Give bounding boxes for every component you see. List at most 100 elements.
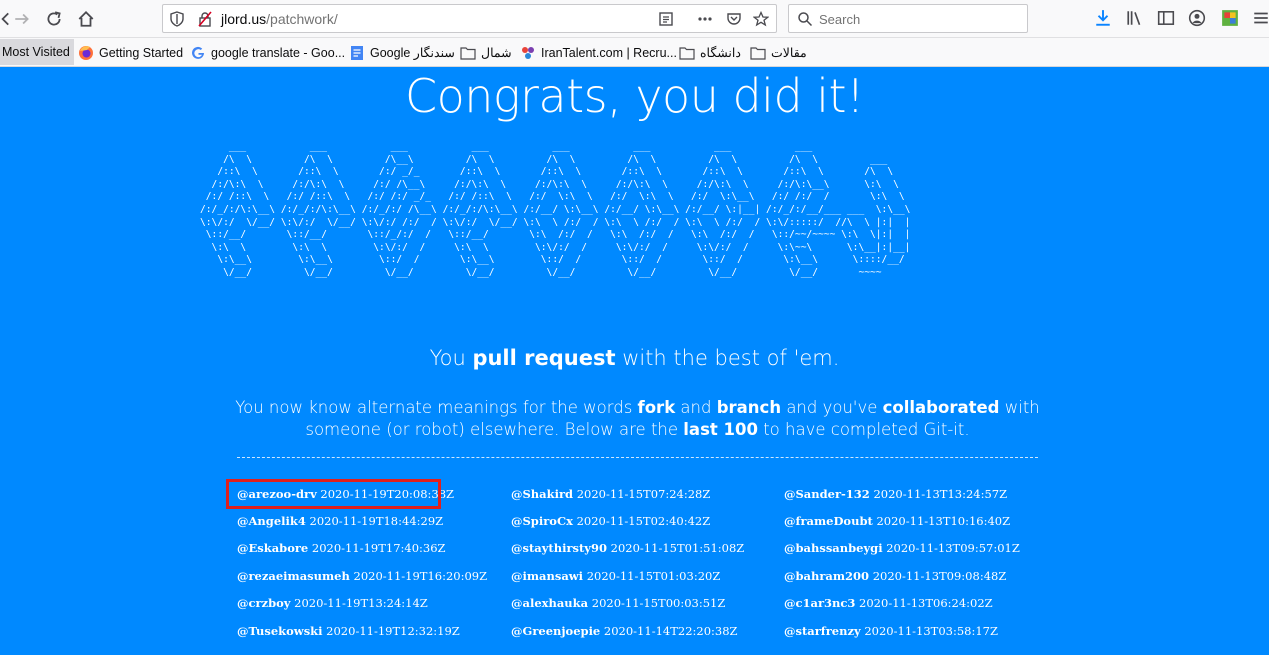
ascii-art-banner: ___ ___ ___ ___ ___ ___ ___ ___ /\ \ /\ …: [200, 141, 911, 278]
completion-timestamp: 2020-11-13T06:24:02Z: [859, 596, 993, 610]
completion-entry: @alexhauka 2020-11-15T00:03:51Z: [511, 596, 725, 610]
bookmark-label: Getting Started: [99, 45, 184, 60]
folder-icon: [750, 45, 766, 61]
github-user-link[interactable]: @alexhauka: [511, 596, 588, 610]
subtitle-text: You: [429, 346, 473, 370]
completion-entry: @Sander-132 2020-11-13T13:24:57Z: [784, 487, 1007, 501]
downloads-icon[interactable]: [1094, 9, 1112, 27]
bookmark-folder-shomal[interactable]: شمال: [460, 38, 512, 67]
github-user-link[interactable]: @Eskabore: [237, 541, 308, 555]
completion-entry: @c1ar3nc3 2020-11-13T06:24:02Z: [784, 596, 993, 610]
highlight-box: [226, 479, 441, 509]
bookmark-irantalent[interactable]: IranTalent.com | Recru...: [520, 38, 677, 67]
bookmark-label: Most Visited: [2, 45, 70, 59]
completion-entry: @SpiroCx 2020-11-15T02:40:42Z: [511, 514, 710, 528]
bookmark-label: مقالات: [771, 46, 807, 60]
body-text: and: [675, 398, 717, 417]
bookmark-most-visited[interactable]: Most Visited: [0, 39, 74, 65]
completion-entry: @bahram200 2020-11-13T09:08:48Z: [784, 569, 1006, 583]
completion-timestamp: 2020-11-19T16:20:09Z: [353, 569, 488, 583]
search-placeholder: Search: [819, 12, 861, 27]
bookmark-label: google translate - Goo...: [211, 45, 346, 60]
github-user-link[interactable]: @bahram200: [784, 569, 869, 583]
github-user-link[interactable]: @Shakird: [511, 487, 573, 501]
completion-entry: @Tusekowski 2020-11-19T12:32:19Z: [237, 624, 460, 638]
reload-icon[interactable]: [42, 7, 66, 31]
bookmark-label: دانشگاه: [700, 46, 741, 60]
url-bar[interactable]: jlord.us/patchwork/: [162, 4, 777, 33]
completion-entry: @Angelik4 2020-11-19T18:44:29Z: [237, 514, 443, 528]
completion-timestamp: 2020-11-19T12:32:19Z: [326, 624, 460, 638]
completions-list: @arezoo-drv 2020-11-19T20:08:38Z @Angelik…: [0, 479, 1269, 655]
browser-toolbar: jlord.us/patchwork/ Search: [0, 0, 1269, 38]
body-bold: last 100: [683, 420, 758, 439]
menu-icon[interactable]: [1252, 9, 1269, 27]
url-host: jlord.us: [221, 11, 267, 27]
url-path: /patchwork/: [266, 11, 338, 27]
firefox-icon: [78, 45, 94, 61]
shield-icon[interactable]: [169, 11, 185, 27]
page-actions-icon[interactable]: [697, 11, 713, 27]
library-icon[interactable]: [1126, 9, 1144, 27]
bookmark-google-docs[interactable]: Google سندنگار: [349, 38, 455, 67]
bookmarks-bar: Most Visited Getting Started google tran…: [0, 38, 1269, 67]
completion-entry: @rezaeimasumeh 2020-11-19T16:20:09Z: [237, 569, 487, 583]
github-user-link[interactable]: @crzboy: [237, 596, 291, 610]
folder-icon: [460, 45, 476, 61]
github-user-link[interactable]: @staythirsty90: [511, 541, 607, 555]
insecure-lock-icon[interactable]: [197, 11, 213, 27]
search-icon: [797, 11, 813, 27]
subtitle-text: with the best of 'em.: [615, 346, 840, 370]
bookmark-label: Google سندنگار: [370, 46, 455, 60]
body-bold: branch: [716, 398, 782, 417]
completion-timestamp: 2020-11-13T09:57:01Z: [886, 541, 1020, 555]
github-user-link[interactable]: @Sander-132: [784, 487, 870, 501]
reader-view-icon[interactable]: [658, 11, 674, 27]
body-bold: collaborated: [882, 398, 1000, 417]
completion-timestamp: 2020-11-14T22:20:38Z: [603, 624, 738, 638]
completion-entry: @Greenjoepie 2020-11-14T22:20:38Z: [511, 624, 738, 638]
github-user-link[interactable]: @c1ar3nc3: [784, 596, 855, 610]
bookmark-label: IranTalent.com | Recru...: [541, 45, 677, 60]
completion-timestamp: 2020-11-15T01:51:08Z: [610, 541, 745, 555]
github-user-link[interactable]: @Greenjoepie: [511, 624, 600, 638]
github-user-link[interactable]: @starfrenzy: [784, 624, 861, 638]
completion-entry: @staythirsty90 2020-11-15T01:51:08Z: [511, 541, 744, 555]
search-box[interactable]: Search: [788, 4, 1028, 33]
home-icon[interactable]: [74, 7, 98, 31]
forward-icon[interactable]: [10, 7, 34, 31]
folder-icon: [679, 45, 695, 61]
body-text: You now know alternate meanings for the …: [235, 398, 638, 417]
completion-timestamp: 2020-11-13T13:24:57Z: [873, 487, 1008, 501]
body-bold: fork: [637, 398, 676, 417]
pocket-icon[interactable]: [726, 11, 742, 27]
google-icon: [190, 45, 206, 61]
github-user-link[interactable]: @imansawi: [511, 569, 583, 583]
completion-entry: @Shakird 2020-11-15T07:24:28Z: [511, 487, 710, 501]
sidebar-icon[interactable]: [1157, 9, 1175, 27]
github-user-link[interactable]: @Angelik4: [237, 514, 306, 528]
bookmark-star-icon[interactable]: [752, 10, 770, 27]
completion-entry: @frameDoubt 2020-11-13T10:16:40Z: [784, 514, 1010, 528]
github-user-link[interactable]: @SpiroCx: [511, 514, 573, 528]
irantalent-icon: [520, 45, 536, 61]
github-user-link[interactable]: @Tusekowski: [237, 624, 323, 638]
completion-timestamp: 2020-11-19T13:24:14Z: [294, 596, 428, 610]
url-text[interactable]: jlord.us/patchwork/: [221, 11, 338, 27]
body-text: to have completed Git-it.: [757, 420, 970, 439]
page-content: Congrats, you did it! ___ ___ ___ ___ __…: [0, 67, 1269, 655]
completion-timestamp: 2020-11-19T18:44:29Z: [309, 514, 444, 528]
docs-icon: [349, 45, 365, 61]
bookmark-google-translate[interactable]: google translate - Goo...: [190, 38, 345, 67]
github-user-link[interactable]: @rezaeimasumeh: [237, 569, 350, 583]
subtitle-bold: pull request: [472, 346, 616, 370]
github-user-link[interactable]: @frameDoubt: [784, 514, 873, 528]
bookmark-folder-daneshgah[interactable]: دانشگاه: [679, 38, 741, 67]
bookmark-folder-maghalat[interactable]: مقالات: [750, 38, 807, 67]
intro-paragraph: You now know alternate meanings for the …: [230, 397, 1045, 441]
github-user-link[interactable]: @bahssanbeygi: [784, 541, 883, 555]
account-icon[interactable]: [1188, 9, 1206, 27]
extension-icon[interactable]: [1221, 9, 1239, 27]
completion-entry: @bahssanbeygi 2020-11-13T09:57:01Z: [784, 541, 1020, 555]
bookmark-getting-started[interactable]: Getting Started: [78, 38, 183, 67]
